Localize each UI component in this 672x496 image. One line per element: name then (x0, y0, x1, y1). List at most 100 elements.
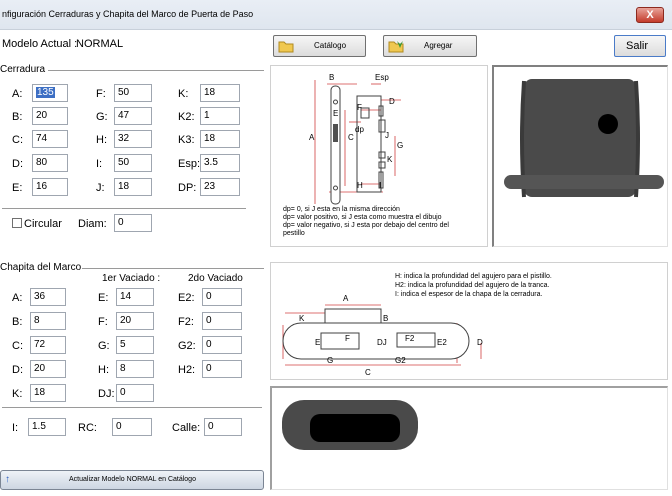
chapita-input[interactable]: 18 (30, 384, 66, 402)
lock-label-f: F (357, 103, 362, 112)
update-catalog-bar[interactable]: ↑ Actualizar Modelo NORMAL en Catálogo (0, 470, 264, 490)
add-button[interactable]: Agregar (383, 35, 477, 57)
cerradura-label: A: (12, 88, 23, 100)
chapita-divider (82, 268, 264, 269)
chapita-input[interactable]: 36 (30, 288, 66, 306)
catalog-button[interactable]: Catálogo (273, 35, 366, 57)
cerradura-input[interactable]: 50 (114, 84, 152, 102)
lock-notes: dp= 0, si J esta en la misma dirección d… (283, 206, 483, 238)
chapita-input[interactable]: 72 (30, 336, 66, 354)
cerradura-input[interactable]: 80 (32, 154, 68, 172)
chapita-input[interactable]: 8 (30, 312, 66, 330)
cerradura-bottom-divider (2, 208, 246, 209)
chapita-input[interactable]: 14 (116, 288, 154, 306)
chapita-label: K: (12, 388, 23, 400)
strike-preview-panel (270, 386, 668, 490)
lock-label-c: C (348, 133, 354, 142)
lock-label-dp: dp (355, 125, 364, 134)
cerradura-input[interactable]: 74 (32, 130, 68, 148)
chapita-label: A: (12, 292, 23, 304)
lock-note: dp= valor negativo, si J esta por debajo… (283, 222, 449, 229)
update-catalog-label: Actualizar Modelo NORMAL en Catálogo (69, 476, 196, 483)
strike-diagram-panel: H: indica la profundidad del agujero par… (270, 262, 668, 380)
chapita-bottom-divider (2, 407, 262, 408)
chapita-rc-label: RC: (78, 422, 97, 434)
strike-label-f: F (345, 334, 350, 343)
diam-input[interactable]: 0 (114, 214, 152, 232)
cerradura-input[interactable]: 32 (114, 130, 152, 148)
chapita-calle-label: Calle: (172, 422, 201, 434)
cerradura-label: D: (12, 158, 23, 170)
lock-diagram-panel: B Esp D E F A C dp J G K H I dp= 0, si J… (270, 65, 488, 247)
chapita-input[interactable]: 0 (116, 384, 154, 402)
lock-label-e: E (333, 109, 338, 118)
lock-label-a: A (309, 133, 315, 142)
chapita-input[interactable]: 0 (202, 288, 242, 306)
cerradura-input[interactable]: 18 (200, 84, 240, 102)
cerradura-label: C: (12, 134, 23, 146)
lock-preview (504, 79, 664, 198)
chapita-i-input[interactable]: 1.5 (28, 418, 66, 436)
cerradura-label: B: (12, 111, 23, 123)
chapita-label: G2: (178, 340, 196, 352)
lock-label-d: D (389, 97, 395, 106)
cerradura-input[interactable]: 135 (32, 84, 68, 102)
chapita-i-label: I: (12, 422, 19, 434)
cerradura-input[interactable]: 18 (114, 178, 152, 196)
strike-label-g: G (327, 356, 333, 365)
cerradura-input[interactable]: 50 (114, 154, 152, 172)
cerradura-input[interactable]: 47 (114, 107, 152, 125)
cerradura-label: I: (96, 158, 103, 170)
cerradura-label: H: (96, 134, 107, 146)
circular-checkbox[interactable] (12, 218, 22, 228)
chapita-label: DJ: (98, 388, 115, 400)
folder-icon (278, 41, 294, 53)
chapita-col1-header: 1er Vaciado : (102, 273, 161, 284)
model-value: NORMAL (76, 38, 124, 50)
strike-label-e: E (315, 338, 320, 347)
exit-button[interactable]: Salir (614, 35, 666, 57)
chapita-label: B: (12, 316, 23, 328)
chapita-label: C: (12, 340, 23, 352)
close-button[interactable]: X (636, 7, 664, 23)
add-button-label: Agregar (424, 41, 453, 50)
chapita-col2-header: 2do Vaciado (188, 273, 243, 284)
lock-note: dp= 0, si J esta en la misma dirección (283, 206, 400, 213)
strike-label-d: D (477, 338, 483, 347)
cerradura-input[interactable]: 1 (200, 107, 240, 125)
cerradura-input[interactable]: 3.5 (200, 154, 240, 172)
cerradura-input[interactable]: 20 (32, 107, 68, 125)
strike-label-g2: G2 (395, 356, 406, 365)
chapita-label: H: (98, 364, 109, 376)
lock-label-g: G (397, 141, 403, 150)
diam-label: Diam: (78, 218, 107, 230)
arrow-icon: ↑ (5, 474, 10, 485)
cerradura-label: K2: (178, 111, 195, 123)
chapita-input[interactable]: 0 (202, 360, 242, 378)
catalog-button-label: Catálogo (314, 41, 347, 50)
chapita-input[interactable]: 5 (116, 336, 154, 354)
chapita-input[interactable]: 20 (116, 312, 154, 330)
cerradura-input[interactable]: 23 (200, 178, 240, 196)
cerradura-label: K3: (178, 134, 195, 146)
cerradura-input[interactable]: 18 (200, 130, 240, 148)
chapita-label: E2: (178, 292, 195, 304)
circular-label: Circular (24, 218, 62, 230)
chapita-calle-input[interactable]: 0 (204, 418, 242, 436)
cerradura-legend: Cerradura (0, 64, 46, 75)
strike-label-f2: F2 (405, 334, 415, 343)
lock-label-i: I (379, 181, 381, 190)
lock-label-esp: Esp (375, 73, 389, 82)
lock-note: dp= valor positivo, si J esta como muest… (283, 214, 442, 221)
chapita-input[interactable]: 0 (202, 336, 242, 354)
lock-label-h: H (357, 181, 363, 190)
chapita-input[interactable]: 8 (116, 360, 154, 378)
chapita-rc-input[interactable]: 0 (112, 418, 152, 436)
strike-preview (282, 400, 418, 450)
chapita-input[interactable]: 20 (30, 360, 66, 378)
lock-label-b: B (329, 73, 334, 82)
cerradura-label: G: (96, 111, 108, 123)
cerradura-input[interactable]: 16 (32, 178, 68, 196)
chapita-input[interactable]: 0 (202, 312, 242, 330)
folder-add-icon (388, 41, 404, 53)
